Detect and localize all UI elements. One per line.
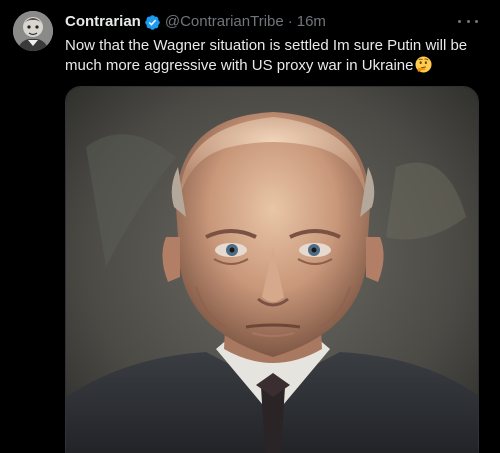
avatar[interactable] [13, 11, 53, 51]
tweet-text: Now that the Wagner situation is settled… [65, 37, 472, 74]
thinking-face-icon [415, 56, 432, 73]
portrait-image [66, 87, 478, 453]
tweet-media[interactable] [65, 86, 479, 453]
tweet-text-container: Now that the Wagner situation is settled… [65, 36, 485, 76]
more-horizontal-icon[interactable] [458, 11, 478, 31]
user-handle[interactable]: @ContrarianTribe [165, 12, 284, 32]
separator-dot: · [287, 13, 293, 30]
display-name[interactable]: Contrarian [65, 12, 141, 32]
tweet-card[interactable]: Contrarian @ContrarianTribe · 16m Now th… [0, 0, 500, 453]
avatar-image [13, 11, 53, 51]
timestamp[interactable]: 16m [297, 12, 326, 32]
tweet-header: Contrarian @ContrarianTribe · 16m [65, 12, 480, 32]
verified-badge-icon[interactable] [144, 14, 161, 31]
